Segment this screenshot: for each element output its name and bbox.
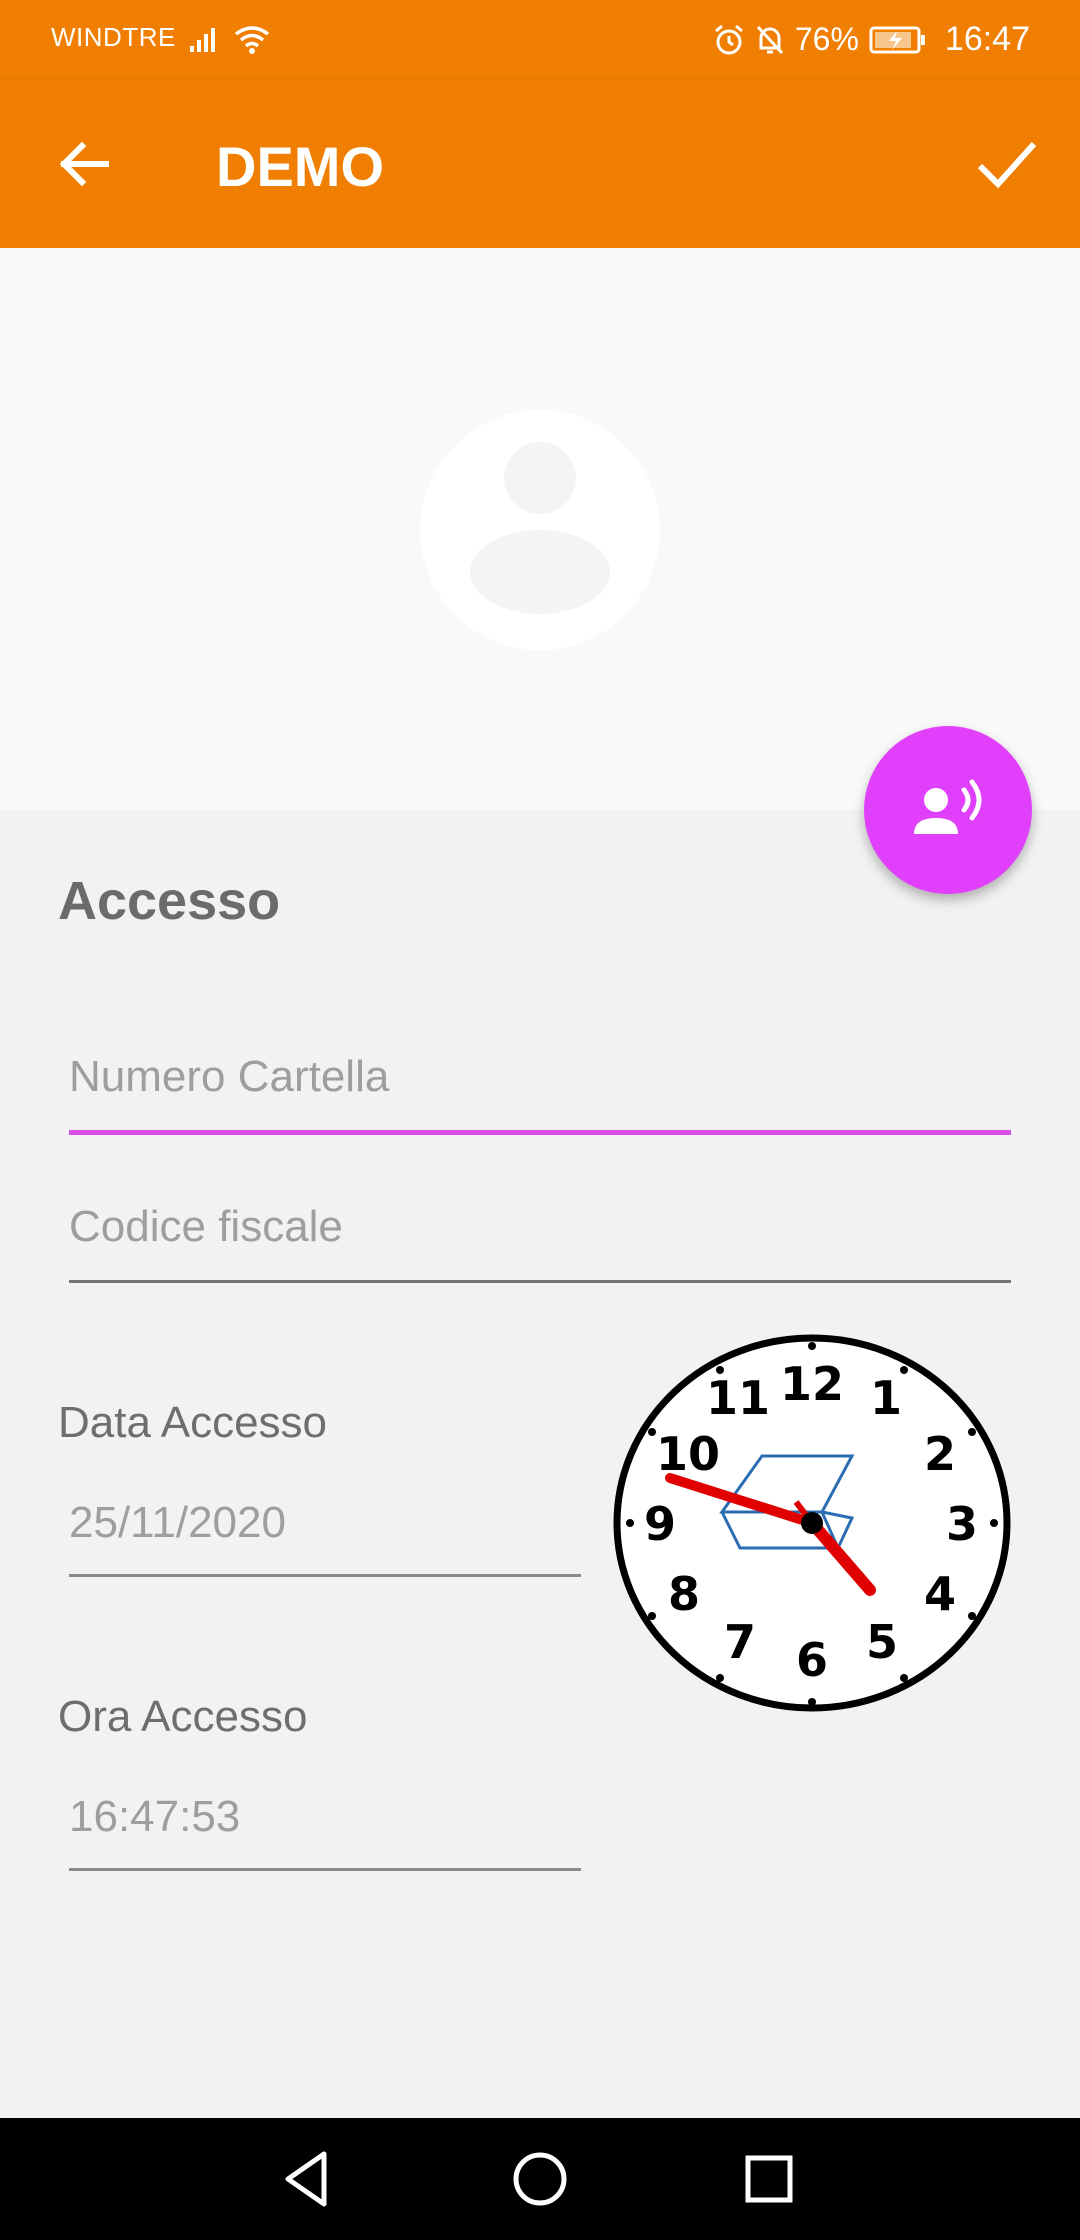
ora-accesso-field[interactable]: 16:47:53 <box>69 1792 581 1880</box>
clock-number: 9 <box>644 1497 676 1551</box>
account-circle-icon[interactable] <box>420 410 660 650</box>
section-title: Accesso <box>58 871 281 931</box>
battery-charging-icon <box>869 26 925 53</box>
voice-input-fab[interactable] <box>864 726 1032 894</box>
battery-percent: 76% <box>794 21 859 57</box>
clock-number: 6 <box>796 1633 828 1687</box>
numero-cartella-placeholder: Numero Cartella <box>69 1052 390 1101</box>
codice-fiscale-underline <box>69 1280 1011 1283</box>
signal-icon <box>190 28 215 52</box>
ora-accesso-value: 16:47:53 <box>69 1792 241 1841</box>
status-bar: WINDTRE 76% 16:47 <box>0 0 1080 80</box>
status-time: 16:47 <box>944 20 1030 58</box>
arrow-left-icon[interactable] <box>52 132 116 196</box>
data-accesso-underline <box>69 1574 581 1577</box>
codice-fiscale-field[interactable]: Codice fiscale <box>69 1202 1011 1290</box>
data-accesso-value: 25/11/2020 <box>69 1498 286 1547</box>
check-icon[interactable] <box>972 130 1040 198</box>
clock-number: 12 <box>780 1357 844 1411</box>
back-triangle-icon[interactable] <box>272 2144 342 2214</box>
recents-square-icon[interactable] <box>734 2144 804 2214</box>
clock-number: 7 <box>724 1615 756 1669</box>
clock-number: 2 <box>924 1427 956 1481</box>
ora-accesso-underline <box>69 1868 581 1871</box>
profile-header <box>0 248 1080 810</box>
data-accesso-label: Data Accesso <box>58 1398 328 1447</box>
bell-off-icon <box>756 25 783 54</box>
clock-center <box>801 1512 823 1534</box>
carrier-name: WINDTRE <box>51 22 176 52</box>
clock-number: 8 <box>668 1567 700 1621</box>
numero-cartella-underline <box>69 1130 1011 1135</box>
page-title: DEMO <box>216 135 384 198</box>
home-circle-icon[interactable] <box>505 2144 575 2214</box>
record-voice-icon <box>914 779 982 834</box>
clock-number: 10 <box>656 1427 720 1481</box>
navigation-bar <box>0 2118 1080 2240</box>
app-bar: DEMO <box>0 80 1080 248</box>
data-accesso-field[interactable]: 25/11/2020 <box>69 1498 581 1586</box>
codice-fiscale-placeholder: Codice fiscale <box>69 1202 343 1251</box>
clock-number: 11 <box>706 1371 770 1425</box>
wifi-icon <box>234 26 270 54</box>
clock-number: 5 <box>866 1615 898 1669</box>
clock-number: 4 <box>924 1567 956 1621</box>
analog-clock-icon: 12 1 2 3 4 5 6 7 8 9 10 11 <box>613 1334 1011 1712</box>
clock-number: 3 <box>946 1497 978 1551</box>
alarm-icon <box>714 24 743 54</box>
numero-cartella-field[interactable]: Numero Cartella <box>69 1052 1011 1140</box>
ora-accesso-label: Ora Accesso <box>58 1692 308 1741</box>
clock-number: 1 <box>870 1371 902 1425</box>
